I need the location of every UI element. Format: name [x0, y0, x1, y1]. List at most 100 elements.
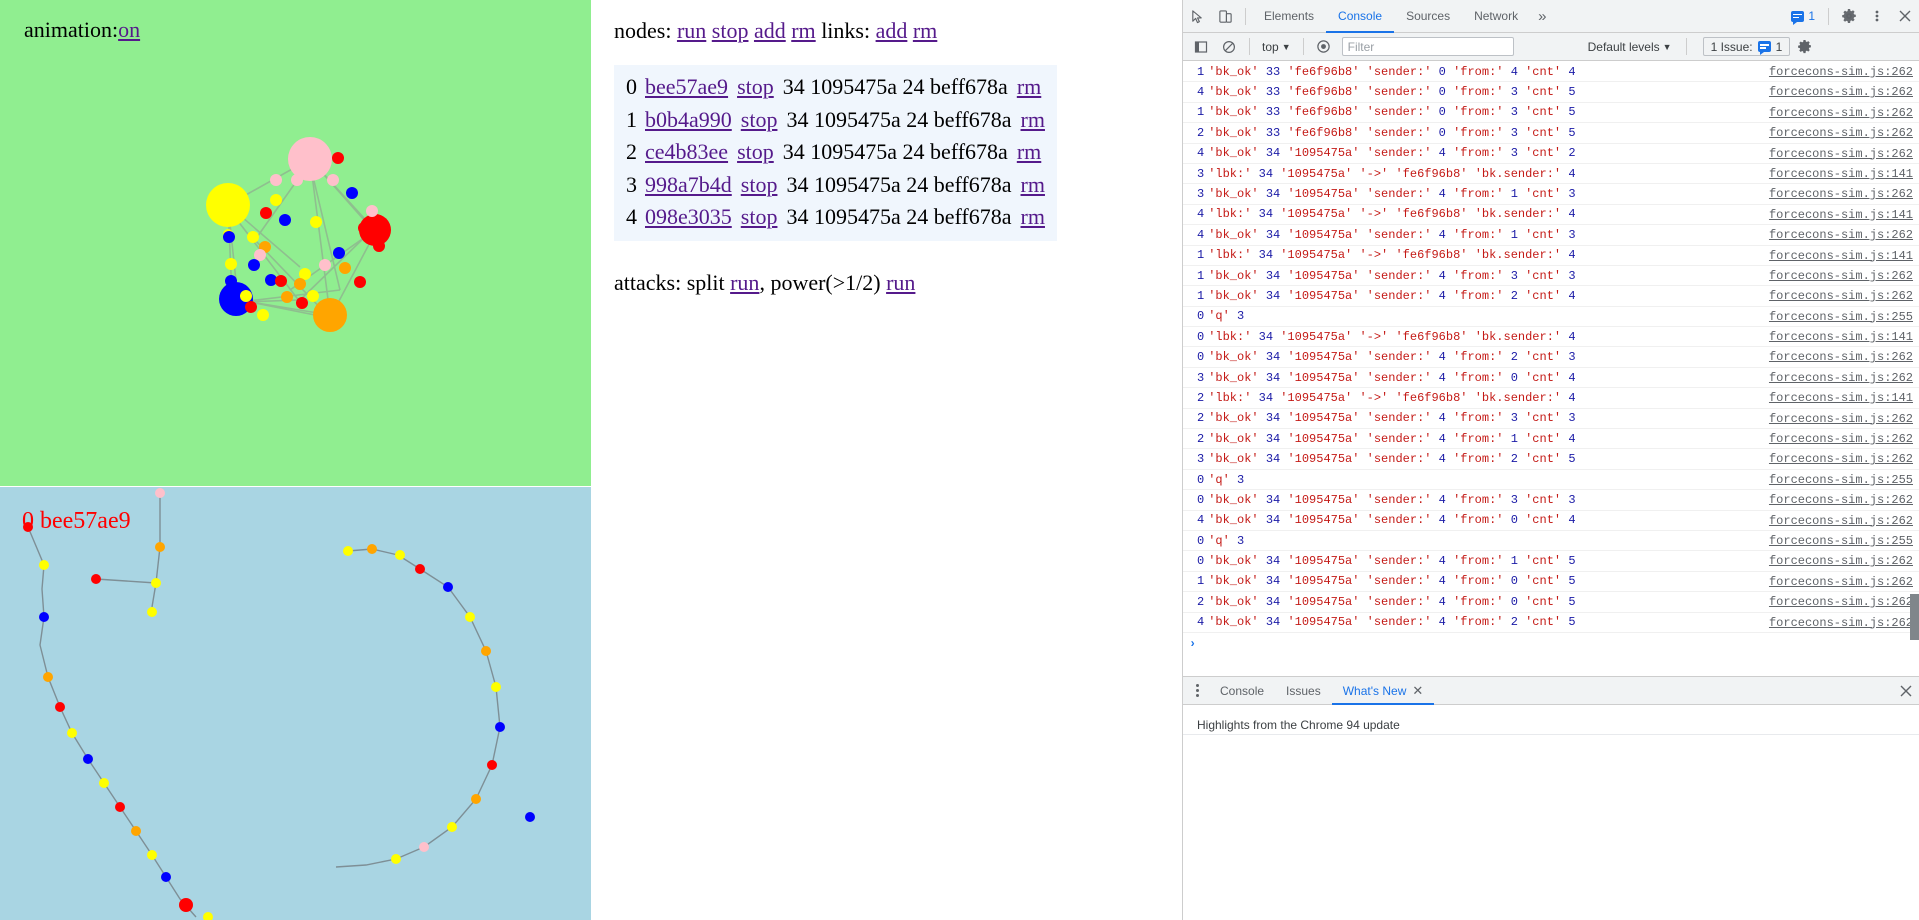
drawer-tab-issues[interactable]: Issues: [1275, 677, 1332, 705]
log-source-link[interactable]: forcecons-sim.js:262: [1769, 595, 1913, 609]
log-source-link[interactable]: forcecons-sim.js:262: [1769, 350, 1913, 364]
log-source-link[interactable]: forcecons-sim.js:262: [1769, 85, 1913, 99]
log-source-link[interactable]: forcecons-sim.js:255: [1769, 534, 1913, 548]
console-log-row[interactable]: 2'bk_ok' 33 'fe6f96b8' 'sender:' 0 'from…: [1183, 123, 1919, 144]
console-log-row[interactable]: 4'bk_ok' 34 '1095475a' 'sender:' 4 'from…: [1183, 511, 1919, 531]
console-log-row[interactable]: 3'bk_ok' 34 '1095475a' 'sender:' 4 'from…: [1183, 449, 1919, 470]
console-log-row[interactable]: 0'bk_ok' 34 '1095475a' 'sender:' 4 'from…: [1183, 551, 1919, 572]
console-scrollbar[interactable]: [1910, 594, 1919, 640]
split-run-link[interactable]: run: [730, 270, 759, 295]
nodes-rm-link[interactable]: rm: [791, 18, 815, 43]
node-rm-link[interactable]: rm: [1021, 204, 1045, 229]
log-level-selector[interactable]: Default levels ▼: [1582, 40, 1678, 54]
console-log-row[interactable]: 2'lbk:' 34 '1095475a' '->' 'fe6f96b8' 'b…: [1183, 388, 1919, 409]
node-rm-link[interactable]: rm: [1021, 172, 1045, 197]
more-tabs-icon[interactable]: »: [1530, 9, 1554, 24]
console-log-row[interactable]: 4'bk_ok' 34 '1095475a' 'sender:' 4 'from…: [1183, 225, 1919, 246]
node-rm-link[interactable]: rm: [1017, 139, 1041, 164]
node-hash-link[interactable]: 098e3035: [645, 204, 732, 229]
log-source-link[interactable]: forcecons-sim.js:262: [1769, 554, 1913, 568]
console-log-row[interactable]: 4'lbk:' 34 '1095475a' '->' 'fe6f96b8' 'b…: [1183, 205, 1919, 226]
node-rm-link[interactable]: rm: [1021, 107, 1045, 132]
gear-icon[interactable]: [1835, 3, 1863, 29]
log-source-link[interactable]: forcecons-sim.js:141: [1769, 208, 1913, 222]
log-source-link[interactable]: forcecons-sim.js:262: [1769, 514, 1913, 528]
log-source-link[interactable]: forcecons-sim.js:262: [1769, 106, 1913, 120]
log-source-link[interactable]: forcecons-sim.js:262: [1769, 432, 1913, 446]
log-source-link[interactable]: forcecons-sim.js:262: [1769, 126, 1913, 140]
drawer-tab-whats-new[interactable]: What's New ✕: [1331, 677, 1435, 705]
log-source-link[interactable]: forcecons-sim.js:262: [1769, 187, 1913, 201]
network-simulation-panel[interactable]: animation:on: [0, 0, 591, 486]
console-log-row[interactable]: 1'bk_ok' 33 'fe6f96b8' 'sender:' 0 'from…: [1183, 62, 1919, 83]
node-hash-link[interactable]: 998a7b4d: [645, 172, 732, 197]
console-log-row[interactable]: 0'q' 3 forcecons-sim.js:255: [1183, 307, 1919, 328]
console-log-row[interactable]: 4'bk_ok' 34 '1095475a' 'sender:' 4 'from…: [1183, 613, 1919, 633]
console-log-row[interactable]: 0'q' 3 forcecons-sim.js:255: [1183, 470, 1919, 491]
links-add-link[interactable]: add: [876, 18, 908, 43]
console-log-row[interactable]: 1'bk_ok' 33 'fe6f96b8' 'sender:' 0 'from…: [1183, 103, 1919, 124]
console-log-row[interactable]: 2'bk_ok' 34 '1095475a' 'sender:' 4 'from…: [1183, 592, 1919, 613]
log-source-link[interactable]: forcecons-sim.js:255: [1769, 310, 1913, 324]
log-source-link[interactable]: forcecons-sim.js:262: [1769, 371, 1913, 385]
nodes-run-link[interactable]: run: [677, 18, 706, 43]
clear-console-icon[interactable]: [1215, 34, 1243, 60]
console-prompt-row[interactable]: ›: [1183, 633, 1919, 655]
drawer-tab-console[interactable]: Console: [1209, 677, 1275, 705]
console-settings-gear-icon[interactable]: [1790, 34, 1818, 60]
tab-console[interactable]: Console: [1326, 0, 1395, 33]
more-options-kebab-icon[interactable]: [1863, 3, 1891, 29]
console-log-row[interactable]: 1'bk_ok' 34 '1095475a' 'sender:' 4 'from…: [1183, 572, 1919, 593]
power-run-link[interactable]: run: [886, 270, 915, 295]
live-expression-eye-icon[interactable]: [1310, 34, 1338, 60]
log-source-link[interactable]: forcecons-sim.js:255: [1769, 473, 1913, 487]
log-source-link[interactable]: forcecons-sim.js:262: [1769, 493, 1913, 507]
close-tab-icon[interactable]: ✕: [1412, 684, 1423, 697]
log-source-link[interactable]: forcecons-sim.js:262: [1769, 147, 1913, 161]
issues-button[interactable]: 1 Issue: 1: [1702, 37, 1791, 56]
console-log-row[interactable]: 1'bk_ok' 34 '1095475a' 'sender:' 4 'from…: [1183, 266, 1919, 287]
console-log-row[interactable]: 4'bk_ok' 33 'fe6f96b8' 'sender:' 0 'from…: [1183, 82, 1919, 103]
console-log-list[interactable]: 1'bk_ok' 33 'fe6f96b8' 'sender:' 0 'from…: [1183, 62, 1919, 676]
node-hash-link[interactable]: b0b4a990: [645, 107, 732, 132]
log-source-link[interactable]: forcecons-sim.js:141: [1769, 330, 1913, 344]
chain-visualization-panel[interactable]: [0, 487, 591, 920]
console-sidebar-toggle-icon[interactable]: [1187, 34, 1215, 60]
console-log-row[interactable]: 1'bk_ok' 34 '1095475a' 'sender:' 4 'from…: [1183, 286, 1919, 307]
close-drawer-icon[interactable]: [1892, 678, 1919, 704]
console-log-row[interactable]: 3'lbk:' 34 '1095475a' '->' 'fe6f96b8' 'b…: [1183, 164, 1919, 185]
log-source-link[interactable]: forcecons-sim.js:141: [1769, 167, 1913, 181]
log-source-link[interactable]: forcecons-sim.js:262: [1769, 289, 1913, 303]
console-log-row[interactable]: 0'bk_ok' 34 '1095475a' 'sender:' 4 'from…: [1183, 347, 1919, 368]
console-filter-input[interactable]: [1341, 37, 1514, 56]
node-stop-link[interactable]: stop: [737, 139, 774, 164]
tab-sources[interactable]: Sources: [1394, 0, 1462, 33]
tab-elements[interactable]: Elements: [1252, 0, 1326, 33]
console-log-row[interactable]: 4'bk_ok' 34 '1095475a' 'sender:' 4 'from…: [1183, 144, 1919, 164]
node-stop-link[interactable]: stop: [737, 74, 774, 99]
tab-network[interactable]: Network: [1462, 0, 1530, 33]
console-log-row[interactable]: 3'bk_ok' 34 '1095475a' 'sender:' 4 'from…: [1183, 368, 1919, 389]
execution-context-selector[interactable]: top ▼: [1256, 40, 1297, 54]
log-source-link[interactable]: forcecons-sim.js:262: [1769, 228, 1913, 242]
animation-toggle-link[interactable]: on: [118, 17, 140, 42]
device-toolbar-icon[interactable]: [1211, 3, 1239, 29]
node-hash-link[interactable]: bee57ae9: [645, 74, 728, 99]
log-source-link[interactable]: forcecons-sim.js:262: [1769, 269, 1913, 283]
log-source-link[interactable]: forcecons-sim.js:262: [1769, 452, 1913, 466]
node-hash-link[interactable]: ce4b83ee: [645, 139, 728, 164]
node-stop-link[interactable]: stop: [741, 204, 778, 229]
console-log-row[interactable]: 3'bk_ok' 34 '1095475a' 'sender:' 4 'from…: [1183, 184, 1919, 205]
console-log-row[interactable]: 2'bk_ok' 34 '1095475a' 'sender:' 4 'from…: [1183, 409, 1919, 430]
console-log-row[interactable]: 0'bk_ok' 34 '1095475a' 'sender:' 4 'from…: [1183, 490, 1919, 511]
nodes-stop-link[interactable]: stop: [712, 18, 749, 43]
links-rm-link[interactable]: rm: [913, 18, 937, 43]
console-log-row[interactable]: 0'lbk:' 34 '1095475a' '->' 'fe6f96b8' 'b…: [1183, 327, 1919, 348]
log-source-link[interactable]: forcecons-sim.js:262: [1769, 616, 1913, 630]
drawer-more-kebab-icon[interactable]: [1185, 679, 1209, 703]
log-source-link[interactable]: forcecons-sim.js:141: [1769, 249, 1913, 263]
node-stop-link[interactable]: stop: [741, 107, 778, 132]
node-rm-link[interactable]: rm: [1017, 74, 1041, 99]
log-source-link[interactable]: forcecons-sim.js:262: [1769, 412, 1913, 426]
node-stop-link[interactable]: stop: [741, 172, 778, 197]
